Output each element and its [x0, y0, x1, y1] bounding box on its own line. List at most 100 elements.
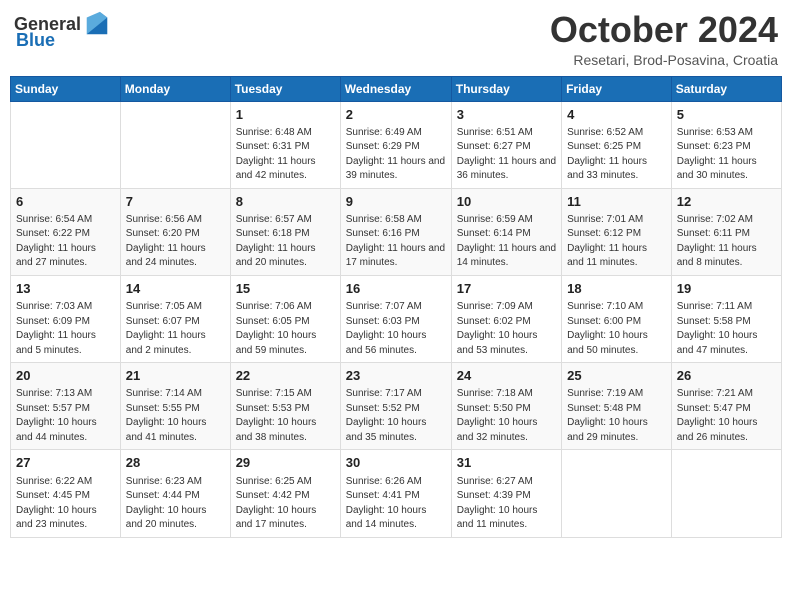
weekday-header-saturday: Saturday: [671, 76, 781, 101]
day-number: 20: [16, 367, 115, 385]
day-number: 29: [236, 454, 335, 472]
day-info: Sunrise: 6:59 AM Sunset: 6:14 PM Dayligh…: [457, 213, 556, 271]
weekday-header-sunday: Sunday: [11, 76, 121, 101]
calendar-cell: 10 Sunrise: 6:59 AM Sunset: 6:14 PM Dayli…: [451, 188, 561, 275]
day-info: Sunrise: 6:48 AM Sunset: 6:31 PM Dayligh…: [236, 126, 335, 184]
day-info: Sunrise: 6:26 AM Sunset: 4:41 PM Dayligh…: [346, 475, 446, 533]
day-number: 12: [677, 193, 776, 211]
logo-text-blue: Blue: [16, 30, 55, 51]
weekday-header-thursday: Thursday: [451, 76, 561, 101]
day-number: 15: [236, 280, 335, 298]
calendar-cell: [120, 101, 230, 188]
day-number: 13: [16, 280, 115, 298]
calendar-cell: 9Sunrise: 6:58 AM Sunset: 6:16 PM Daylig…: [340, 188, 451, 275]
weekday-header-friday: Friday: [562, 76, 672, 101]
location: Resetari, Brod-Posavina, Croatia: [550, 52, 778, 68]
day-number: 14: [126, 280, 225, 298]
day-info: Sunrise: 6:49 AM Sunset: 6:29 PM Dayligh…: [346, 126, 446, 184]
calendar-cell: 2 Sunrise: 6:49 AM Sunset: 6:29 PM Daylig…: [340, 101, 451, 188]
day-number: 1: [236, 106, 335, 124]
day-info: Sunrise: 7:07 AM Sunset: 6:03 PM Dayligh…: [346, 300, 446, 358]
day-info: Sunrise: 7:05 AM Sunset: 6:07 PM Dayligh…: [126, 300, 225, 358]
calendar-cell: 17 Sunrise: 7:09 AM Sunset: 6:02 PM Dayli…: [451, 275, 561, 362]
calendar-cell: 6 Sunrise: 6:54 AM Sunset: 6:22 PM Daylig…: [11, 188, 121, 275]
day-info: Sunrise: 7:19 AM Sunset: 5:48 PM Dayligh…: [567, 387, 666, 445]
calendar-week-5: 27 Sunrise: 6:22 AM Sunset: 4:45 PM Dayli…: [11, 450, 782, 537]
calendar-cell: 29 Sunrise: 6:25 AM Sunset: 4:42 PM Dayli…: [230, 450, 340, 537]
calendar-cell: 28Sunrise: 6:23 AM Sunset: 4:44 PM Dayli…: [120, 450, 230, 537]
day-number: 28: [126, 454, 225, 472]
calendar-cell: 31Sunrise: 6:27 AM Sunset: 4:39 PM Dayli…: [451, 450, 561, 537]
day-number: 9: [346, 193, 446, 211]
day-number: 3: [457, 106, 556, 124]
calendar-cell: 14 Sunrise: 7:05 AM Sunset: 6:07 PM Dayli…: [120, 275, 230, 362]
day-info: Sunrise: 6:52 AM Sunset: 6:25 PM Dayligh…: [567, 126, 666, 184]
calendar-week-1: 1 Sunrise: 6:48 AM Sunset: 6:31 PM Daylig…: [11, 101, 782, 188]
day-info: Sunrise: 6:57 AM Sunset: 6:18 PM Dayligh…: [236, 213, 335, 271]
day-info: Sunrise: 7:13 AM Sunset: 5:57 PM Dayligh…: [16, 387, 115, 445]
day-number: 11: [567, 193, 666, 211]
day-info: Sunrise: 6:22 AM Sunset: 4:45 PM Dayligh…: [16, 475, 115, 533]
calendar-cell: 3 Sunrise: 6:51 AM Sunset: 6:27 PM Daylig…: [451, 101, 561, 188]
day-info: Sunrise: 7:09 AM Sunset: 6:02 PM Dayligh…: [457, 300, 556, 358]
calendar-table: SundayMondayTuesdayWednesdayThursdayFrid…: [10, 76, 782, 538]
calendar-cell: 26 Sunrise: 7:21 AM Sunset: 5:47 PM Dayli…: [671, 363, 781, 450]
calendar-cell: 21 Sunrise: 7:14 AM Sunset: 5:55 PM Dayli…: [120, 363, 230, 450]
day-number: 8: [236, 193, 335, 211]
calendar-cell: 1 Sunrise: 6:48 AM Sunset: 6:31 PM Daylig…: [230, 101, 340, 188]
day-number: 19: [677, 280, 776, 298]
day-number: 10: [457, 193, 556, 211]
day-number: 26: [677, 367, 776, 385]
month-title: October 2024: [550, 10, 778, 50]
calendar-cell: 30Sunrise: 6:26 AM Sunset: 4:41 PM Dayli…: [340, 450, 451, 537]
day-info: Sunrise: 7:17 AM Sunset: 5:52 PM Dayligh…: [346, 387, 446, 445]
day-number: 7: [126, 193, 225, 211]
calendar-week-3: 13Sunrise: 7:03 AM Sunset: 6:09 PM Dayli…: [11, 275, 782, 362]
day-number: 17: [457, 280, 556, 298]
weekday-header-monday: Monday: [120, 76, 230, 101]
calendar-cell: 20 Sunrise: 7:13 AM Sunset: 5:57 PM Dayli…: [11, 363, 121, 450]
day-number: 27: [16, 454, 115, 472]
calendar-cell: 18Sunrise: 7:10 AM Sunset: 6:00 PM Dayli…: [562, 275, 672, 362]
day-info: Sunrise: 7:21 AM Sunset: 5:47 PM Dayligh…: [677, 387, 776, 445]
day-info: Sunrise: 6:51 AM Sunset: 6:27 PM Dayligh…: [457, 126, 556, 184]
day-number: 4: [567, 106, 666, 124]
weekday-header-row: SundayMondayTuesdayWednesdayThursdayFrid…: [11, 76, 782, 101]
day-info: Sunrise: 6:54 AM Sunset: 6:22 PM Dayligh…: [16, 213, 115, 271]
title-block: October 2024 Resetari, Brod-Posavina, Cr…: [550, 10, 778, 68]
day-number: 21: [126, 367, 225, 385]
calendar-cell: 11 Sunrise: 7:01 AM Sunset: 6:12 PM Dayli…: [562, 188, 672, 275]
day-info: Sunrise: 7:18 AM Sunset: 5:50 PM Dayligh…: [457, 387, 556, 445]
day-number: 6: [16, 193, 115, 211]
day-number: 24: [457, 367, 556, 385]
day-info: Sunrise: 7:06 AM Sunset: 6:05 PM Dayligh…: [236, 300, 335, 358]
day-info: Sunrise: 7:10 AM Sunset: 6:00 PM Dayligh…: [567, 300, 666, 358]
day-info: Sunrise: 7:15 AM Sunset: 5:53 PM Dayligh…: [236, 387, 335, 445]
calendar-cell: 27 Sunrise: 6:22 AM Sunset: 4:45 PM Dayli…: [11, 450, 121, 537]
calendar-cell: 16 Sunrise: 7:07 AM Sunset: 6:03 PM Dayli…: [340, 275, 451, 362]
calendar-cell: [11, 101, 121, 188]
logo-icon: [83, 10, 111, 38]
day-number: 2: [346, 106, 446, 124]
logo: General Blue: [14, 10, 111, 51]
calendar-cell: 12Sunrise: 7:02 AM Sunset: 6:11 PM Dayli…: [671, 188, 781, 275]
page-header: General Blue October 2024 Resetari, Brod…: [10, 10, 782, 68]
calendar-cell: 23 Sunrise: 7:17 AM Sunset: 5:52 PM Dayli…: [340, 363, 451, 450]
day-info: Sunrise: 6:56 AM Sunset: 6:20 PM Dayligh…: [126, 213, 225, 271]
day-number: 31: [457, 454, 556, 472]
calendar-cell: 4 Sunrise: 6:52 AM Sunset: 6:25 PM Daylig…: [562, 101, 672, 188]
calendar-cell: 24 Sunrise: 7:18 AM Sunset: 5:50 PM Dayli…: [451, 363, 561, 450]
day-info: Sunrise: 6:25 AM Sunset: 4:42 PM Dayligh…: [236, 475, 335, 533]
day-number: 23: [346, 367, 446, 385]
day-number: 16: [346, 280, 446, 298]
day-info: Sunrise: 7:14 AM Sunset: 5:55 PM Dayligh…: [126, 387, 225, 445]
calendar-cell: [562, 450, 672, 537]
calendar-cell: 13Sunrise: 7:03 AM Sunset: 6:09 PM Dayli…: [11, 275, 121, 362]
calendar-cell: [671, 450, 781, 537]
calendar-week-2: 6 Sunrise: 6:54 AM Sunset: 6:22 PM Daylig…: [11, 188, 782, 275]
weekday-header-wednesday: Wednesday: [340, 76, 451, 101]
day-number: 25: [567, 367, 666, 385]
calendar-cell: 25 Sunrise: 7:19 AM Sunset: 5:48 PM Dayli…: [562, 363, 672, 450]
day-number: 5: [677, 106, 776, 124]
day-info: Sunrise: 7:01 AM Sunset: 6:12 PM Dayligh…: [567, 213, 666, 271]
